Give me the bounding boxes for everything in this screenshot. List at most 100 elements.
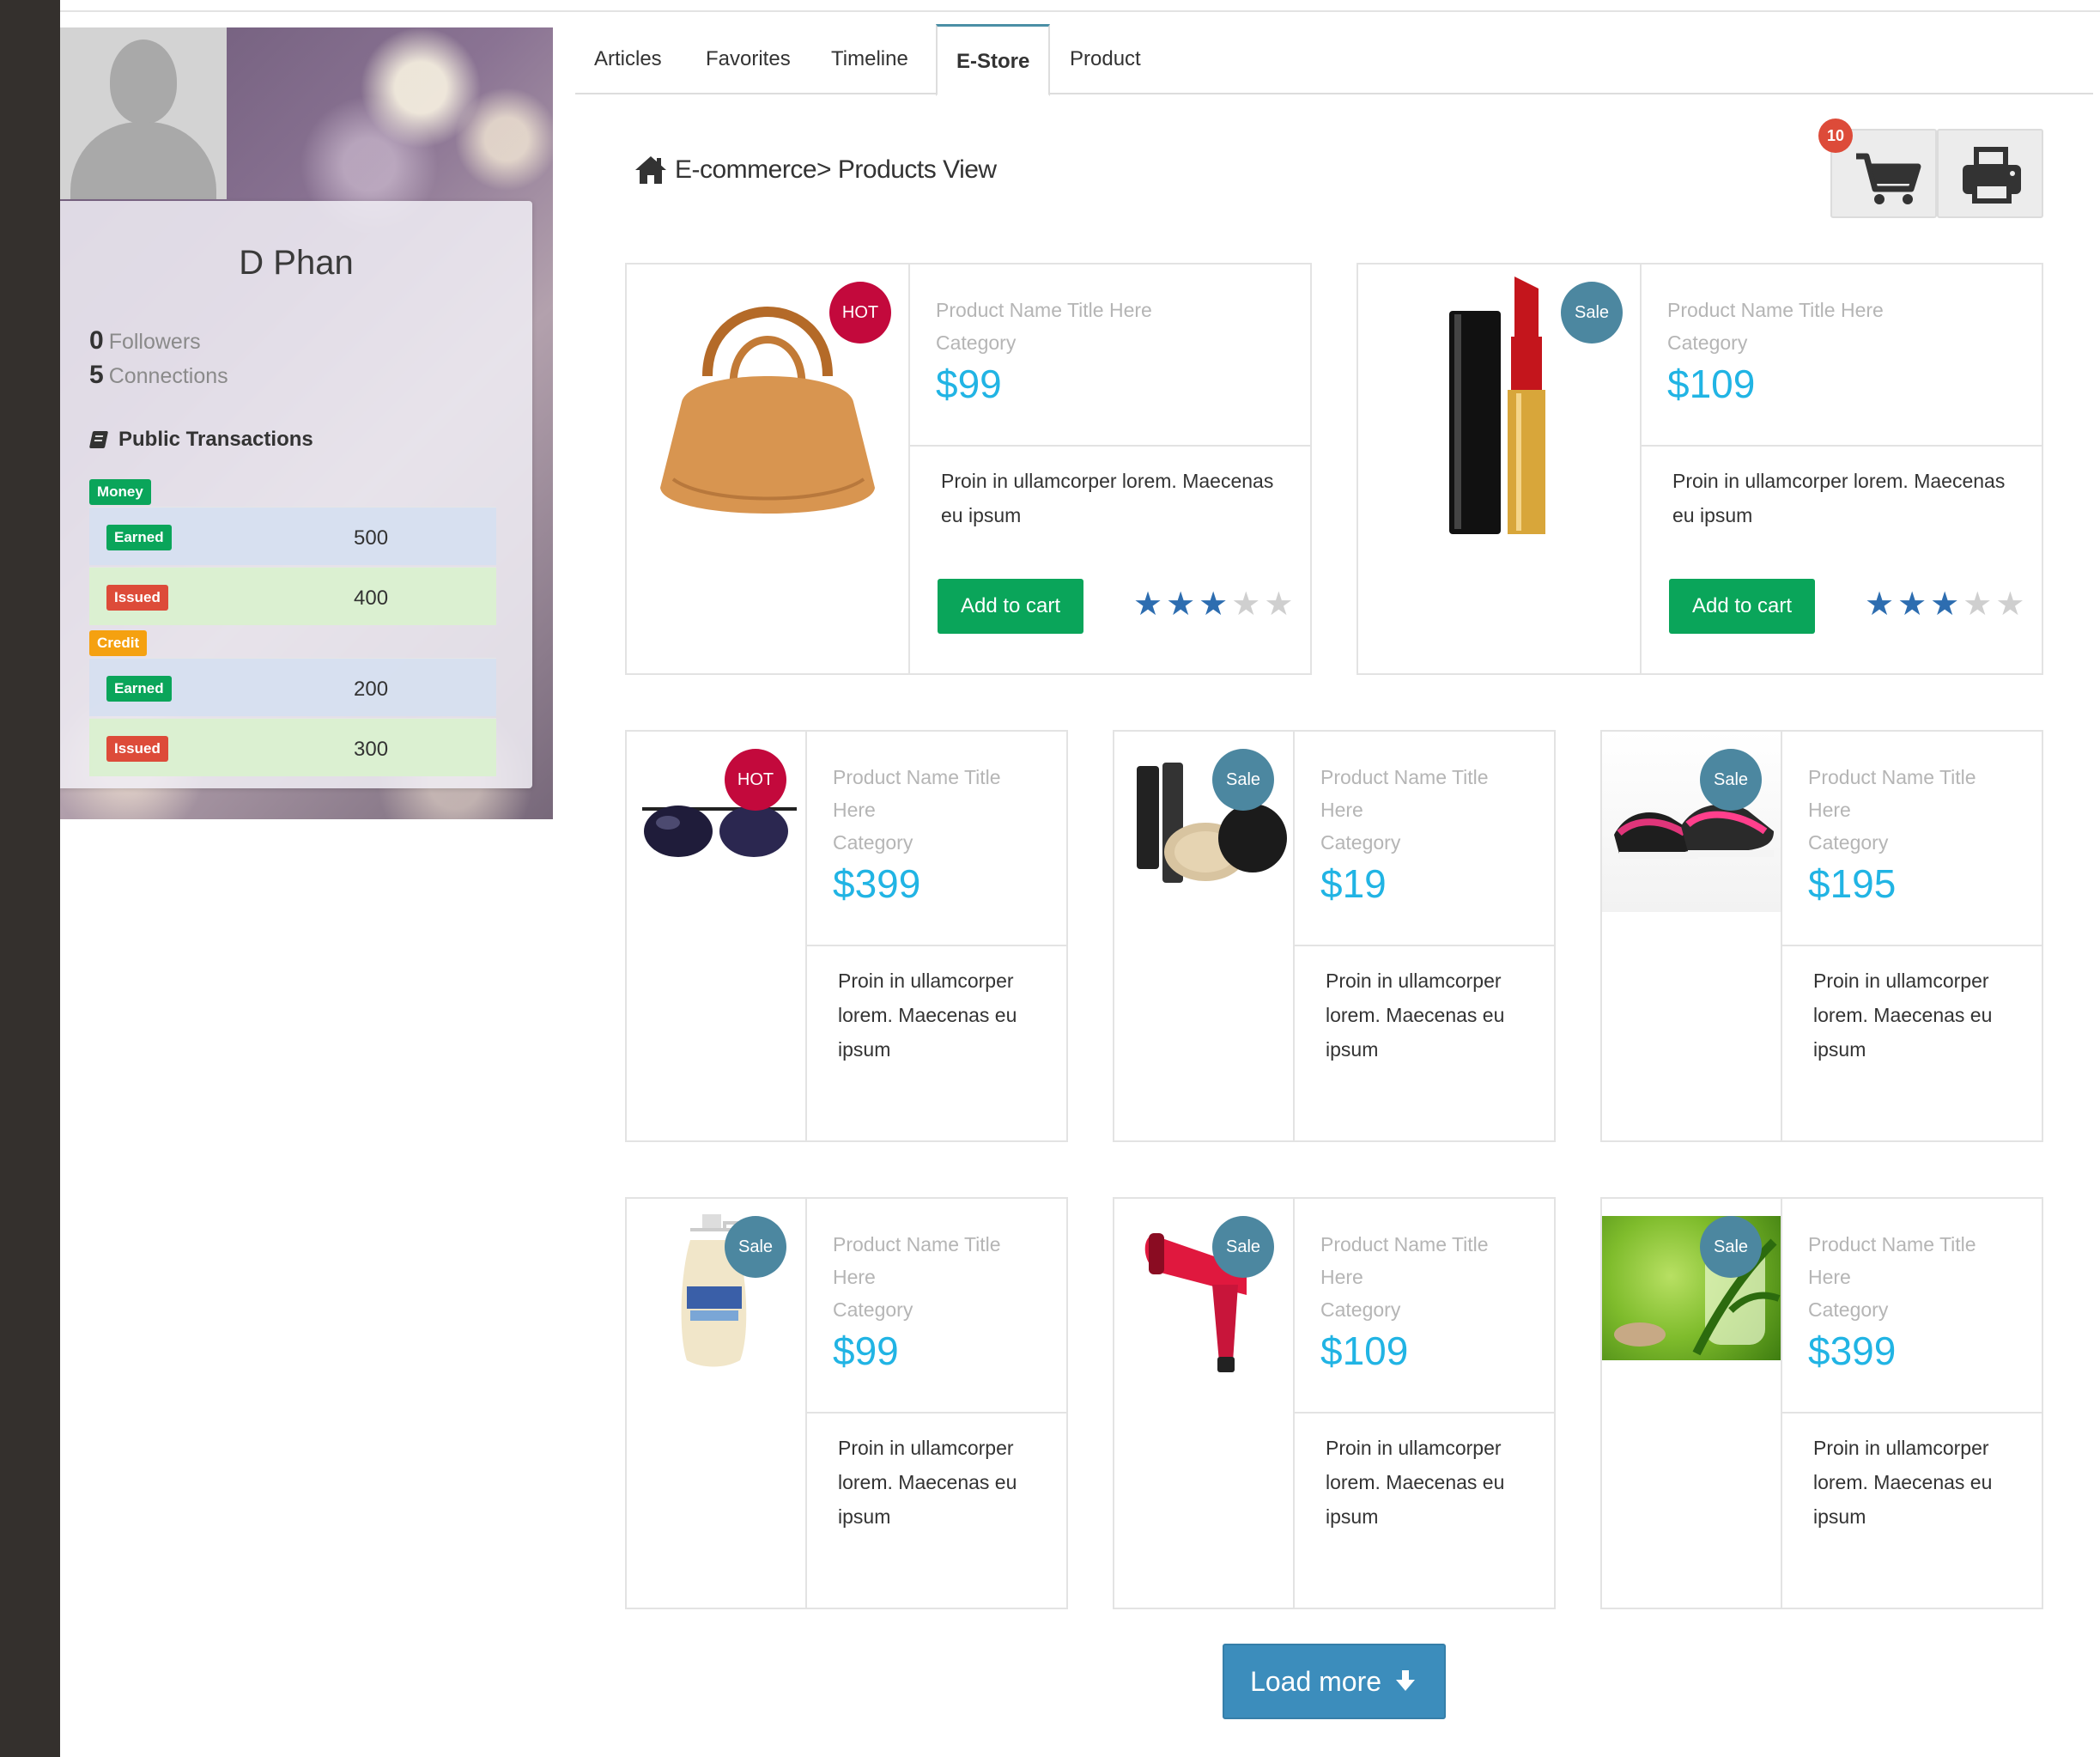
product-image-cell[interactable]: Sale xyxy=(1114,732,1295,1140)
rating-stars[interactable]: ★ ★ ★ ★ ★ xyxy=(1865,587,2024,622)
product-header-cell: Product Name Title Here Category $109 xyxy=(1642,264,2042,447)
product-name[interactable]: Product Name Title Here Category xyxy=(1667,294,1884,359)
product-name[interactable]: Product Name Title Here Category xyxy=(1320,1228,1535,1326)
avatar[interactable] xyxy=(60,27,227,199)
cart-count-badge: 10 xyxy=(1818,119,1853,153)
avatar-head xyxy=(110,40,177,124)
product-image-cell[interactable]: Sale xyxy=(1358,264,1642,673)
issued-tag: Issued xyxy=(106,585,168,611)
sale-badge: Sale xyxy=(1561,282,1623,343)
product-price: $109 xyxy=(1320,1328,1409,1373)
add-to-cart-button[interactable]: Add to cart xyxy=(1669,579,1815,634)
product-description: Proin in ullamcorper lorem. Maecenas eu … xyxy=(1813,1437,1993,1528)
sale-badge: Sale xyxy=(725,1216,786,1278)
product-header-cell: Product Name Title Here Category $399 xyxy=(807,732,1066,946)
star-icon[interactable]: ★ xyxy=(1930,587,1959,622)
product-image-cell[interactable]: Sale xyxy=(1602,1199,1782,1608)
money-issued-row: Issued 400 xyxy=(89,567,496,625)
product-name-text: Product Name Title Here xyxy=(833,766,1001,821)
sale-badge: Sale xyxy=(1212,1216,1274,1278)
product-card: Sale Product Name Title Here Category $19… xyxy=(1113,730,1556,1142)
profile-tabs: Articles Favorites Timeline E-Store Prod… xyxy=(575,24,2093,96)
product-header-cell: Product Name Title Here Category $99 xyxy=(807,1199,1066,1414)
product-header-cell: Product Name Title Here Category $19 xyxy=(1295,732,1554,946)
product-image-cell[interactable]: Sale xyxy=(1602,732,1782,1140)
star-icon[interactable]: ★ xyxy=(1133,587,1162,622)
connections-stat[interactable]: 5 Connections xyxy=(89,361,228,390)
product-name[interactable]: Product Name Title Here Category xyxy=(936,294,1152,359)
product-card: Sale Product Name Title Here Category $10… xyxy=(1113,1197,1556,1609)
credit-tag: Credit xyxy=(89,630,148,656)
top-divider xyxy=(60,10,2100,12)
product-name-text: Product Name Title Here xyxy=(1808,766,1976,821)
connections-label: Connections xyxy=(108,364,228,388)
hot-badge: HOT xyxy=(725,749,786,811)
credit-issued-value: 300 xyxy=(354,738,389,761)
product-description: Proin in ullamcorper lorem. Maecenas eu … xyxy=(941,470,1274,526)
product-image-cell[interactable]: HOT xyxy=(627,732,807,1140)
profile-card: D Phan 0 Followers 5 Connections Public Tr… xyxy=(60,201,532,788)
print-button[interactable] xyxy=(1937,129,2043,218)
star-icon[interactable]: ★ xyxy=(1166,587,1195,622)
product-name[interactable]: Product Name Title Here Category xyxy=(1808,761,2023,859)
credit-earned-value: 200 xyxy=(354,678,389,701)
star-icon[interactable]: ★ xyxy=(1995,587,2024,622)
tab-timeline[interactable]: Timeline xyxy=(812,24,927,94)
rating-stars[interactable]: ★ ★ ★ ★ ★ xyxy=(1133,587,1293,622)
breadcrumb-text: E-commerce> Products View xyxy=(675,155,997,184)
product-image-cell[interactable]: HOT xyxy=(627,264,910,673)
product-name-text: Product Name Title Here xyxy=(1320,1233,1489,1288)
product-image-cell[interactable]: Sale xyxy=(627,1199,807,1608)
product-card: HOT Product Name Title Here Category $399… xyxy=(625,730,1068,1142)
star-icon[interactable]: ★ xyxy=(1897,587,1927,622)
product-name-text: Product Name Title Here xyxy=(936,299,1152,321)
left-rail xyxy=(0,0,60,1757)
add-to-cart-button[interactable]: Add to cart xyxy=(938,579,1083,634)
profile-panel: D Phan 0 Followers 5 Connections Public Tr… xyxy=(60,27,553,819)
product-name[interactable]: Product Name Title Here Category xyxy=(1808,1228,2023,1326)
product-category: Category xyxy=(1808,831,1889,854)
product-description: Proin in ullamcorper lorem. Maecenas eu … xyxy=(838,1437,1017,1528)
issued-tag: Issued xyxy=(106,736,168,762)
money-earned-row: Earned 500 xyxy=(89,507,496,565)
star-icon[interactable]: ★ xyxy=(1231,587,1260,622)
product-description: Proin in ullamcorper lorem. Maecenas eu … xyxy=(1672,470,2006,526)
product-name-text: Product Name Title Here xyxy=(1667,299,1884,321)
tab-product[interactable]: Product xyxy=(1051,24,1160,94)
sale-badge: Sale xyxy=(1212,749,1274,811)
product-name-text: Product Name Title Here xyxy=(1808,1233,1976,1288)
followers-stat[interactable]: 0 Followers xyxy=(89,326,201,356)
arrow-down-icon xyxy=(1395,1670,1415,1691)
tab-favorites[interactable]: Favorites xyxy=(687,24,810,94)
star-icon[interactable]: ★ xyxy=(1963,587,1992,622)
money-tag: Money xyxy=(89,479,151,505)
earned-tag: Earned xyxy=(106,525,172,550)
tab-e-store[interactable]: E-Store xyxy=(936,24,1051,96)
product-category: Category xyxy=(833,1298,913,1321)
product-price: $399 xyxy=(833,861,921,906)
sale-badge: Sale xyxy=(1700,1216,1762,1278)
product-price: $99 xyxy=(936,362,1002,406)
product-price: $195 xyxy=(1808,861,1897,906)
product-price: $19 xyxy=(1320,861,1387,906)
earned-tag: Earned xyxy=(106,676,172,702)
sale-badge: Sale xyxy=(1700,749,1762,811)
home-icon[interactable] xyxy=(634,155,668,185)
credit-issued-row: Issued 300 xyxy=(89,718,496,776)
product-name[interactable]: Product Name Title Here Category xyxy=(833,761,1047,859)
product-image-cell[interactable]: Sale xyxy=(1114,1199,1295,1608)
star-icon[interactable]: ★ xyxy=(1199,587,1228,622)
product-header-cell: Product Name Title Here Category $399 xyxy=(1782,1199,2042,1414)
product-name[interactable]: Product Name Title Here Category xyxy=(1320,761,1535,859)
product-header-cell: Product Name Title Here Category $195 xyxy=(1782,732,2042,946)
product-card: Sale Product Name Title Here Category $39… xyxy=(1600,1197,2043,1609)
star-icon[interactable]: ★ xyxy=(1865,587,1894,622)
tab-articles[interactable]: Articles xyxy=(575,24,681,94)
load-more-button[interactable]: Load more xyxy=(1223,1644,1446,1719)
product-name[interactable]: Product Name Title Here Category xyxy=(833,1228,1047,1326)
product-card: Sale Product Name Title Here Category $99… xyxy=(625,1197,1068,1609)
public-transactions-label: Public Transactions xyxy=(118,428,313,451)
star-icon[interactable]: ★ xyxy=(1264,587,1293,622)
product-category: Category xyxy=(936,331,1017,354)
product-header-cell: Product Name Title Here Category $99 xyxy=(910,264,1310,447)
